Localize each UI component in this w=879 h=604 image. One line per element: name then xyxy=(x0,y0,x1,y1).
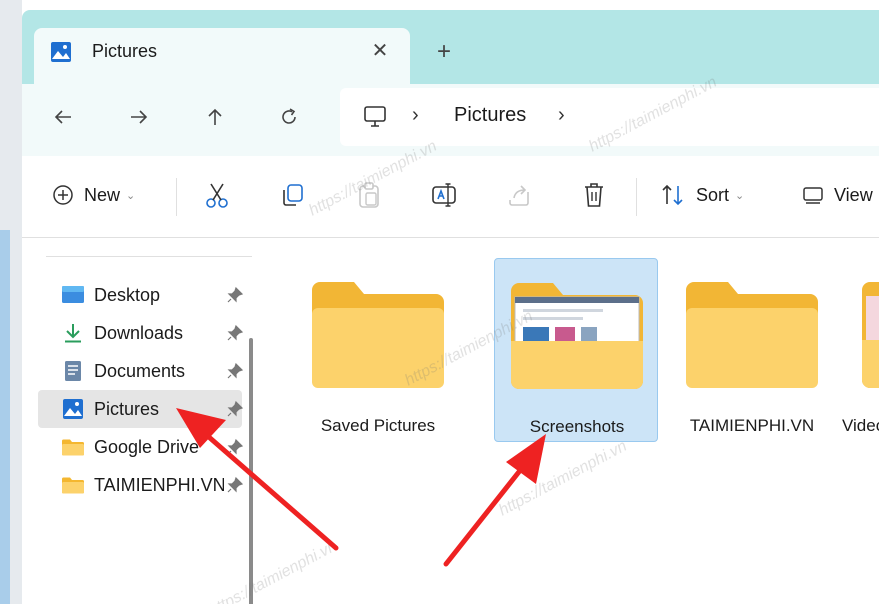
copy-icon xyxy=(283,184,303,206)
sidebar-item-google-drive[interactable]: Google Drive xyxy=(38,428,244,466)
sidebar-item-downloads[interactable]: Downloads xyxy=(38,314,244,352)
tab-title: Pictures xyxy=(92,41,158,61)
sort-icon xyxy=(662,184,683,206)
computer-icon xyxy=(364,106,386,127)
background-edge xyxy=(0,0,22,604)
sidebar-item-desktop[interactable]: Desktop xyxy=(38,276,244,314)
folder-icon xyxy=(62,477,84,494)
sidebar-item-label: Google Drive xyxy=(94,437,200,457)
pin-icon[interactable] xyxy=(226,476,244,494)
back-button[interactable] xyxy=(48,102,78,132)
view-label: View xyxy=(834,184,873,205)
download-icon xyxy=(65,324,81,343)
new-label: New xyxy=(84,184,121,205)
refresh-button[interactable] xyxy=(274,102,304,132)
desktop-icon xyxy=(62,286,84,303)
cut-button[interactable] xyxy=(204,180,230,210)
arrow-left-icon xyxy=(54,110,71,124)
breadcrumb-separator[interactable]: › xyxy=(558,104,565,127)
view-button[interactable]: View xyxy=(802,180,873,210)
breadcrumb-pictures[interactable]: Pictures xyxy=(454,104,526,127)
title-bar: Pictures ✕ + xyxy=(22,10,879,84)
folder-label: TAIMIENPHI.VN xyxy=(689,416,815,435)
close-icon[interactable]: ✕ xyxy=(368,38,392,63)
new-tab-button[interactable]: + xyxy=(437,38,451,66)
sidebar-item-pictures[interactable]: Pictures xyxy=(38,390,244,428)
file-list: Saved Pictures Screenshots TAIMIENPHI.VN… xyxy=(266,238,879,604)
file-explorer-window: Pictures ✕ + › Pictures › New ⌄ Sort ⌄ V… xyxy=(22,10,879,604)
up-button[interactable] xyxy=(200,102,230,132)
rename-icon xyxy=(432,183,456,207)
folder-item-taimienphi[interactable]: TAIMIENPHI.VN xyxy=(670,258,834,442)
toolbar-divider xyxy=(636,178,637,216)
sort-button[interactable]: Sort ⌄ xyxy=(660,180,744,210)
folder-label: Videos xyxy=(842,416,879,435)
chevron-down-icon: ⌄ xyxy=(735,189,745,202)
sidebar-item-label: Downloads xyxy=(94,323,184,343)
sidebar-item-taimienphi[interactable]: TAIMIENPHI.VN xyxy=(38,466,244,504)
pin-icon[interactable] xyxy=(226,324,244,342)
share-button[interactable] xyxy=(506,180,532,210)
new-button[interactable]: New ⌄ xyxy=(52,180,135,210)
sort-label: Sort xyxy=(696,184,730,205)
sidebar-item-documents[interactable]: Documents xyxy=(38,352,244,390)
forward-button[interactable] xyxy=(124,102,154,132)
chevron-down-icon: ⌄ xyxy=(126,189,136,202)
address-bar: › Pictures › xyxy=(22,84,879,156)
arrow-up-icon xyxy=(208,108,222,125)
folder-icon xyxy=(511,283,643,389)
sidebar-divider xyxy=(46,256,252,257)
folder-item-videos[interactable]: Videos xyxy=(842,258,879,442)
navigation-pane: Desktop Downloads Documents Pictures Goo… xyxy=(22,238,262,604)
sidebar-item-label: TAIMIENPHI.VN xyxy=(94,475,224,495)
folder-label: Screenshots xyxy=(529,417,625,436)
tab-pictures[interactable]: Pictures ✕ xyxy=(34,28,410,84)
sidebar-item-label: Pictures xyxy=(94,399,160,419)
pin-icon[interactable] xyxy=(226,362,244,380)
view-icon xyxy=(803,187,823,204)
arrow-right-icon xyxy=(131,110,148,124)
pictures-icon xyxy=(63,399,83,419)
folder-icon xyxy=(686,282,818,388)
folder-item-screenshots[interactable]: Screenshots xyxy=(494,258,658,442)
refresh-icon xyxy=(282,108,296,124)
rename-button[interactable] xyxy=(430,180,458,210)
background-edge-blue xyxy=(0,230,10,604)
sidebar-scrollbar[interactable] xyxy=(249,338,253,604)
pictures-icon xyxy=(51,42,71,62)
cut-icon xyxy=(206,183,228,208)
folder-icon xyxy=(62,439,84,456)
folder-icon xyxy=(862,282,879,388)
documents-icon xyxy=(65,361,81,381)
plus-circle-icon xyxy=(53,185,73,205)
sidebar-item-label: Documents xyxy=(94,361,186,381)
copy-button[interactable] xyxy=(280,180,306,210)
pin-icon[interactable] xyxy=(226,438,244,456)
delete-icon xyxy=(585,183,603,207)
delete-button[interactable] xyxy=(582,180,606,210)
folder-label: Saved Pictures xyxy=(320,416,436,435)
folder-item-saved-pictures[interactable]: Saved Pictures xyxy=(296,258,460,442)
pin-icon[interactable] xyxy=(226,400,244,418)
sidebar-item-label: Desktop xyxy=(94,285,161,305)
breadcrumb-separator[interactable]: › xyxy=(412,104,419,127)
toolbar-divider xyxy=(176,178,177,216)
command-bar: New ⌄ Sort ⌄ View xyxy=(22,156,879,238)
pin-icon[interactable] xyxy=(226,286,244,304)
share-icon xyxy=(509,185,529,206)
